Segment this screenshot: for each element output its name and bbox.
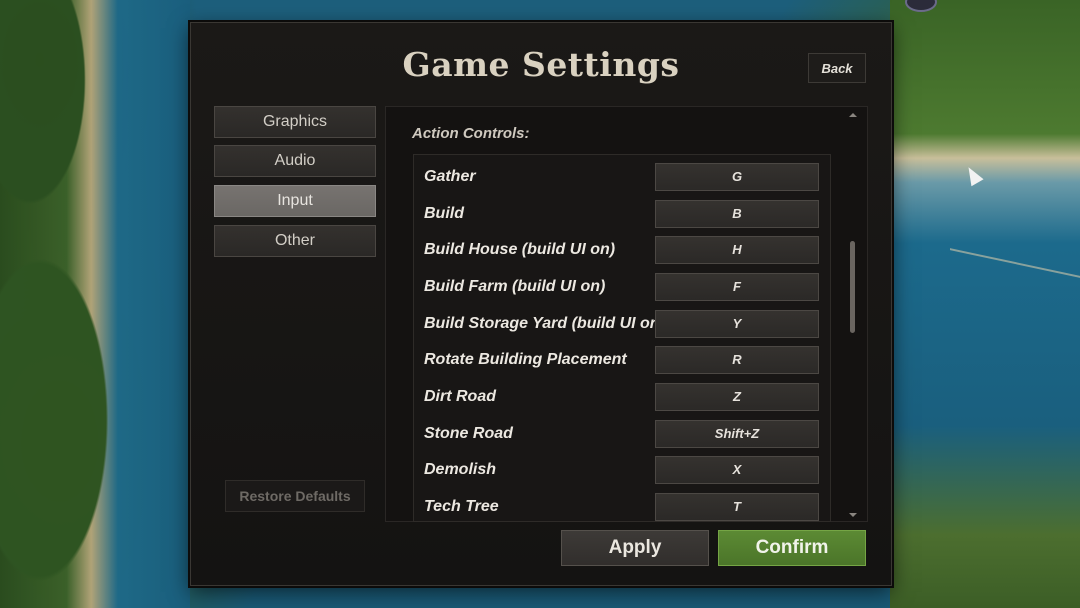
key-binding-button[interactable]: X bbox=[655, 455, 819, 484]
section-title: Action Controls: bbox=[412, 125, 530, 142]
action-label: Build Farm (build UI on) bbox=[424, 277, 606, 295]
keybinding-row: Rotate Building Placement R bbox=[414, 341, 830, 378]
action-label: Tech Tree bbox=[424, 497, 499, 515]
keybinding-row: Dirt Road Z bbox=[414, 378, 830, 415]
tab-audio[interactable]: Audio bbox=[214, 145, 376, 177]
key-binding-button[interactable]: Y bbox=[655, 309, 819, 338]
key-binding-button[interactable]: T bbox=[655, 492, 819, 521]
key-binding-button[interactable]: H bbox=[655, 235, 819, 264]
keybinding-row: Build House (build UI on) H bbox=[414, 231, 830, 268]
keybinding-row: Stone Road Shift+Z bbox=[414, 415, 830, 452]
keybinding-row: Tech Tree T bbox=[414, 488, 830, 521]
action-label: Rotate Building Placement bbox=[424, 350, 627, 368]
action-label: Stone Road bbox=[424, 424, 513, 442]
tab-input[interactable]: Input bbox=[214, 185, 376, 217]
apply-button[interactable]: Apply bbox=[561, 530, 709, 566]
map-coastline-left bbox=[0, 0, 190, 608]
keybinding-row: Build B bbox=[414, 195, 830, 232]
action-label: Demolish bbox=[424, 460, 497, 478]
vertical-scrollbar[interactable] bbox=[848, 113, 858, 517]
settings-dialog: Game Settings Back Graphics Audio Input … bbox=[190, 22, 892, 586]
key-binding-button[interactable]: R bbox=[655, 345, 819, 374]
restore-defaults-button[interactable]: Restore Defaults bbox=[225, 480, 365, 512]
keybinding-row: Build Storage Yard (build UI on) Y bbox=[414, 305, 830, 342]
key-binding-button[interactable]: F bbox=[655, 272, 819, 301]
key-binding-button[interactable]: B bbox=[655, 199, 819, 228]
keybinding-row: Demolish X bbox=[414, 451, 830, 488]
action-label: Dirt Road bbox=[424, 387, 496, 405]
back-button[interactable]: Back bbox=[808, 53, 866, 83]
key-binding-button[interactable]: G bbox=[655, 162, 819, 191]
dialog-title: Game Settings bbox=[402, 45, 680, 84]
keybinding-list: Gather G Build B Build House (build UI o… bbox=[413, 154, 831, 522]
chevron-down-icon[interactable] bbox=[849, 513, 857, 517]
key-binding-button[interactable]: Shift+Z bbox=[655, 419, 819, 448]
tab-other[interactable]: Other bbox=[214, 225, 376, 257]
action-label: Build Storage Yard (build UI on) bbox=[424, 314, 665, 332]
key-binding-button[interactable]: Z bbox=[655, 382, 819, 411]
action-label: Build bbox=[424, 204, 464, 222]
action-label: Gather bbox=[424, 167, 476, 185]
chevron-up-icon[interactable] bbox=[849, 113, 857, 117]
tab-graphics[interactable]: Graphics bbox=[214, 106, 376, 138]
settings-content: Action Controls: Gather G Build B Build … bbox=[385, 106, 868, 522]
keybinding-row: Gather G bbox=[414, 158, 830, 195]
action-label: Build House (build UI on) bbox=[424, 240, 616, 258]
keybinding-row: Build Farm (build UI on) F bbox=[414, 268, 830, 305]
scrollbar-thumb[interactable] bbox=[850, 241, 855, 333]
confirm-button[interactable]: Confirm bbox=[718, 530, 866, 566]
